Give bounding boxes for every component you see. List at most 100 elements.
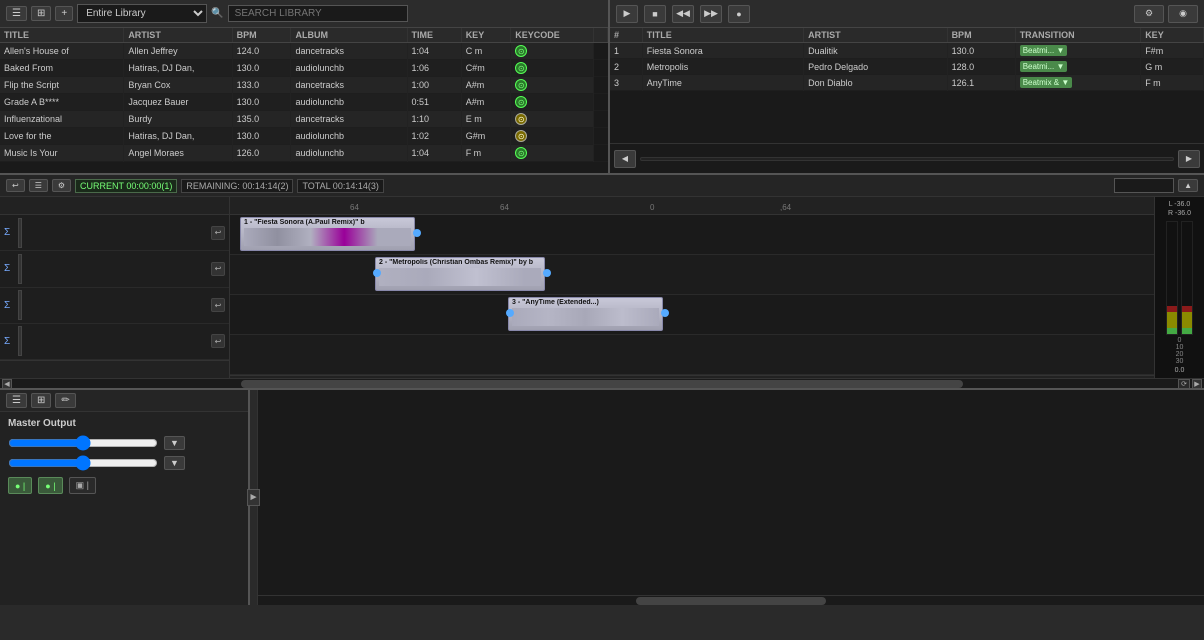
clip-2[interactable]: 2 - "Metropolis (Christian Ombas Remix)"… [375, 257, 545, 291]
clip-3-dot-start [506, 309, 514, 317]
playlist-row-2[interactable]: 3 AnyTime Don Diablo 126.1 Beatmix & ▼ F… [610, 75, 1204, 91]
timeline-ruler: 64 64 0 ,64 [230, 197, 1154, 215]
clip-3[interactable]: 3 - "AnyTime (Extended...) [508, 297, 663, 331]
clip-1[interactable]: 1 - "Fiesta Sonora (A.Paul Remix)" b [240, 217, 415, 251]
col-artist: ARTIST [124, 28, 232, 43]
col-album: ALBUM [291, 28, 407, 43]
mixer-slider-1[interactable] [8, 439, 158, 447]
timeline-scrollbar[interactable]: ▶ ◀ ⟳ [0, 378, 1204, 388]
ff-btn[interactable]: ▶▶ [700, 5, 722, 23]
library-dropdown[interactable]: Entire Library [77, 4, 207, 23]
mixer-dropdown-btn-1[interactable]: ▼ [164, 436, 185, 450]
bottom-edit-btn[interactable]: ✏ [55, 393, 75, 408]
track4-ctrl[interactable]: ↩ [211, 334, 225, 348]
search-input[interactable] [228, 5, 408, 22]
track2-ctrl[interactable]: ↩ [211, 262, 225, 276]
playlist-row-0[interactable]: 1 Fiesta Sonora Dualitik 130.0 Beatmi...… [610, 43, 1204, 59]
mixer-dropdown-btn-2[interactable]: ▼ [164, 456, 185, 470]
lib-keycode-2: ⊙ [511, 77, 594, 94]
library-row-3[interactable]: Grade A B**** Jacquez Bauer 130.0 audiol… [0, 94, 608, 111]
lib-time-6: 1:04 [407, 145, 461, 162]
lib-album-0: dancetracks [291, 43, 407, 60]
col-scroll [594, 28, 608, 43]
lib-key-6: F m [461, 145, 511, 162]
lib-title-2: Flip the Script [0, 77, 124, 94]
options-btn[interactable]: ◉ [1168, 5, 1198, 23]
lib-keycode-3: ⊙ [511, 94, 594, 111]
mix-btn-3[interactable]: ▣ | [69, 477, 96, 494]
tl-btn-3[interactable]: ⚙ [52, 179, 71, 192]
timeline-scrollbar-thumb[interactable] [241, 380, 963, 388]
play-btn[interactable]: ▶ [616, 5, 638, 23]
tl-btn-2[interactable]: ☰ [29, 179, 48, 192]
clip-3-label: 3 - "AnyTime (Extended...) [512, 299, 659, 306]
col-time: TIME [407, 28, 461, 43]
playlist-prev[interactable]: ◀ [614, 150, 636, 168]
keycode-icon-5: ⊙ [515, 130, 527, 142]
bottom-left-panel: ☰ ⊞ ✏ Master Output ▼ ▼ ● | ● | ▣ | [0, 390, 250, 605]
bottom-list-btn[interactable]: ☰ [6, 393, 27, 408]
record-btn[interactable]: ● [728, 5, 750, 23]
bpm-up[interactable]: ▲ [1178, 179, 1198, 192]
list-view-btn[interactable]: ☰ [6, 6, 27, 21]
col-title: TITLE [0, 28, 124, 43]
clip-1-dot [413, 229, 421, 237]
library-row-5[interactable]: Love for the Hatiras, DJ Dan, 130.0 audi… [0, 128, 608, 145]
pl-title-2: AnyTime [642, 75, 803, 91]
bpm-input[interactable]: 130.00 [1114, 178, 1174, 193]
lib-bpm-6: 126.0 [232, 145, 291, 162]
settings-btn[interactable]: ⚙ [1134, 5, 1164, 23]
bottom-scrollbar[interactable] [258, 595, 1204, 605]
track-icon-4: Σ [4, 336, 10, 347]
track-lanes: 1 - "Fiesta Sonora (A.Paul Remix)" b 2 -… [230, 215, 1154, 375]
bottom-section: ☰ ⊞ ✏ Master Output ▼ ▼ ● | ● | ▣ | ◀ [0, 390, 1204, 605]
track-labels: Σ ↩ Σ ↩ Σ ↩ Σ [0, 197, 230, 378]
track3-ctrl[interactable]: ↩ [211, 298, 225, 312]
library-toolbar: ☰ ⊞ + Entire Library 🔍 [0, 0, 608, 28]
keycode-icon-3: ⊙ [515, 96, 527, 108]
tl-scroll-right[interactable]: ▶ [1192, 379, 1202, 389]
side-tab-btn[interactable]: ◀ [247, 489, 260, 506]
clip-1-label: 1 - "Fiesta Sonora (A.Paul Remix)" b [244, 219, 411, 226]
beatmix-badge-1[interactable]: Beatmi... ▼ [1020, 61, 1068, 72]
bottom-scrollbar-thumb[interactable] [636, 597, 825, 605]
lib-key-0: C m [461, 43, 511, 60]
track1-ctrl[interactable]: ↩ [211, 226, 225, 240]
playlist-toolbar: ▶ ■ ◀◀ ▶▶ ● ⚙ ◉ [610, 0, 1204, 28]
beatmix-badge-2[interactable]: Beatmix & ▼ [1020, 77, 1073, 88]
library-row-6[interactable]: Music Is Your Angel Moraes 126.0 audiolu… [0, 145, 608, 162]
search-icon: 🔍 [211, 8, 223, 19]
playlist-next[interactable]: ▶ [1178, 150, 1200, 168]
lib-album-4: dancetracks [291, 111, 407, 128]
vu-scale-30: 30 [1176, 358, 1184, 365]
pcol-bpm: BPM [947, 28, 1015, 43]
timeline-toolbar: ↩ ☰ ⚙ CURRENT 00:00:00(1) REMAINING: 00:… [0, 175, 1204, 197]
tl-reset-btn[interactable]: ⟳ [1178, 379, 1190, 389]
mix-btn-active-2[interactable]: ● | [38, 477, 62, 494]
lib-title-1: Baked From [0, 60, 124, 77]
mix-btn-active-1[interactable]: ● | [8, 477, 32, 494]
lib-time-1: 1:06 [407, 60, 461, 77]
tl-btn-1[interactable]: ↩ [6, 179, 25, 192]
library-row-4[interactable]: Influenzational Burdy 135.0 dancetracks … [0, 111, 608, 128]
mixer-slider-2[interactable] [8, 459, 158, 467]
add-btn[interactable]: + [55, 6, 73, 21]
stop-btn[interactable]: ■ [644, 5, 666, 23]
mixer-control-2: ▼ [8, 456, 240, 470]
pl-title-0: Fiesta Sonora [642, 43, 803, 59]
lib-title-3: Grade A B**** [0, 94, 124, 111]
col-keycode: KEYCODE [511, 28, 594, 43]
tl-scroll-left[interactable]: ◀ [2, 379, 12, 389]
grid-view-btn[interactable]: ⊞ [31, 6, 51, 21]
library-row-0[interactable]: Allen's House of Allen Jeffrey 124.0 dan… [0, 43, 608, 60]
library-row-2[interactable]: Flip the Script Bryan Cox 133.0 dancetra… [0, 77, 608, 94]
library-row-1[interactable]: Baked From Hatiras, DJ Dan, 130.0 audiol… [0, 60, 608, 77]
lib-time-5: 1:02 [407, 128, 461, 145]
vu-l-label: L -36.0 [1169, 201, 1191, 208]
bottom-grid-btn[interactable]: ⊞ [31, 393, 51, 408]
playlist-row-1[interactable]: 2 Metropolis Pedro Delgado 128.0 Beatmi.… [610, 59, 1204, 75]
beatmix-badge-0[interactable]: Beatmi... ▼ [1020, 45, 1068, 56]
pl-transition-2: Beatmix & ▼ [1015, 75, 1141, 91]
rewind-btn[interactable]: ◀◀ [672, 5, 694, 23]
lib-bpm-1: 130.0 [232, 60, 291, 77]
